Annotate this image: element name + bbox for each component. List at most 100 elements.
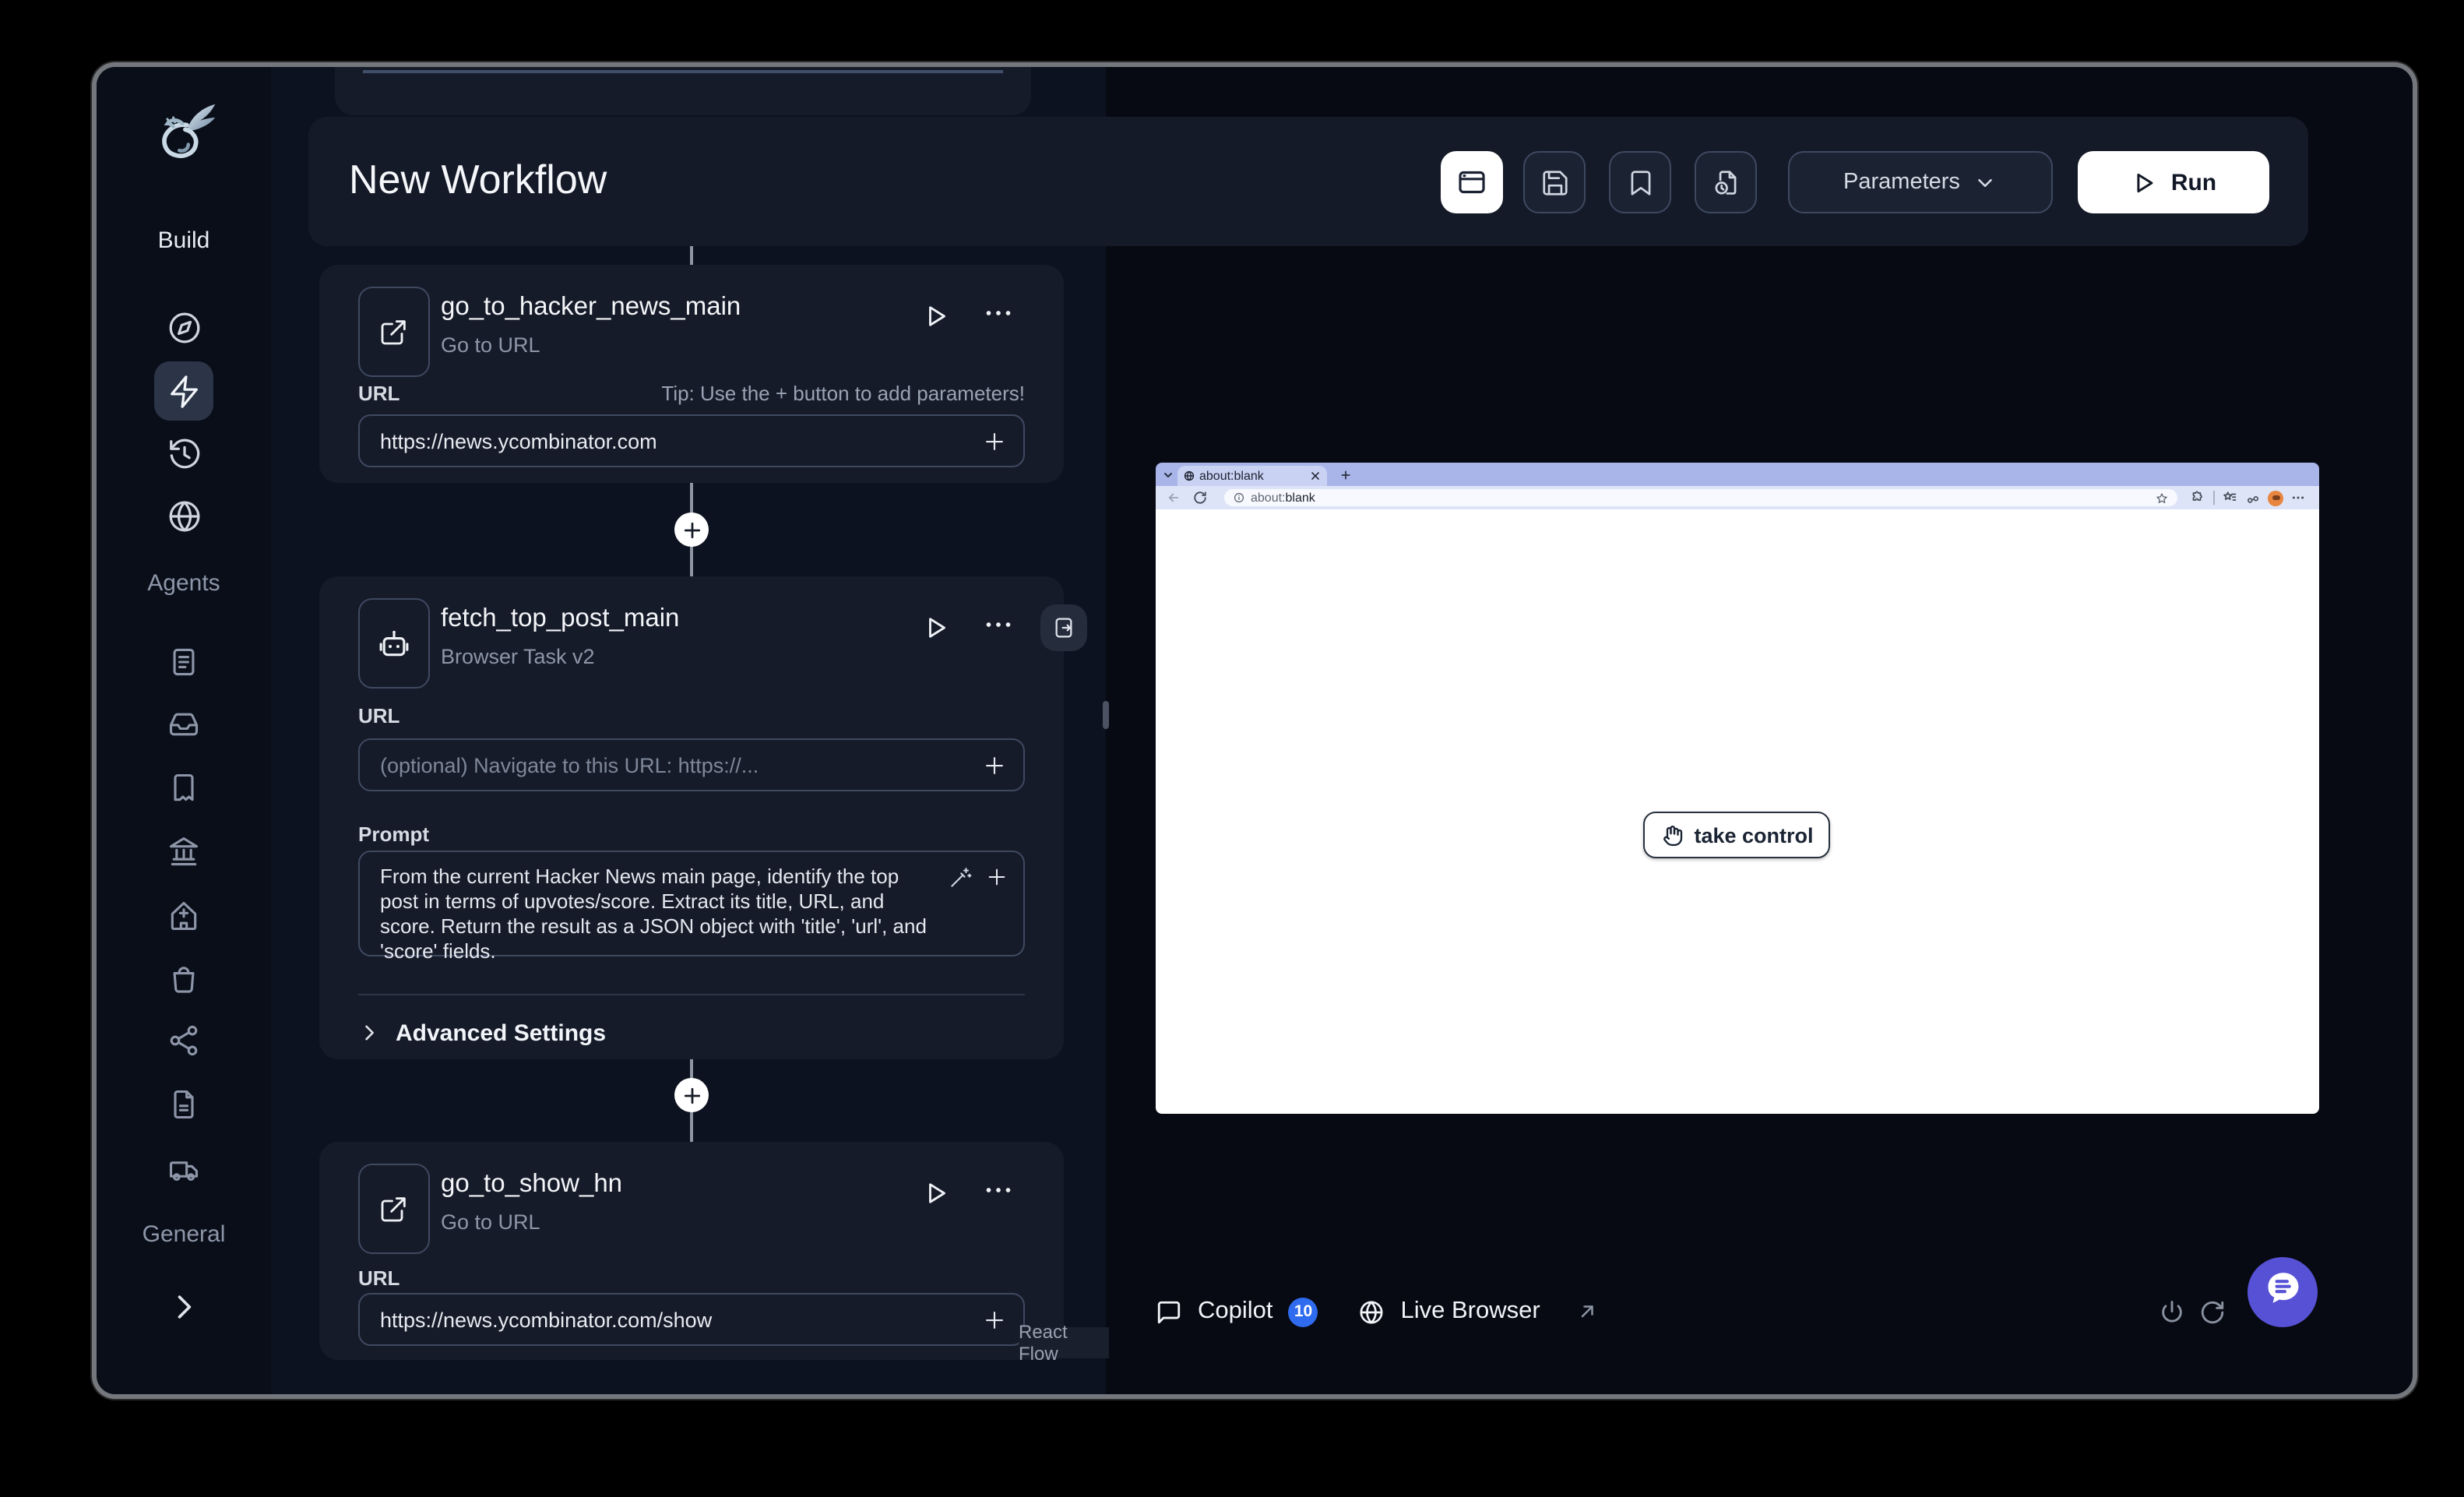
node-menu-button[interactable]: [980, 299, 1017, 333]
node-run-button[interactable]: [919, 299, 953, 333]
panel-resize-handle[interactable]: [1103, 701, 1109, 729]
power-button[interactable]: [2156, 1296, 2187, 1327]
workflow-node-fetch-top-post-main[interactable]: fetch_top_post_main Browser Task v2 URL …: [319, 576, 1064, 1059]
address-bar[interactable]: about:blank: [1224, 489, 2177, 506]
tab-title: about:blank: [1199, 469, 1264, 483]
add-node-button[interactable]: [674, 513, 709, 547]
sidebar-item-share[interactable]: [167, 1023, 201, 1058]
profile-avatar[interactable]: [2268, 490, 2283, 505]
version-history-button[interactable]: [1695, 151, 1757, 213]
add-parameter-button[interactable]: [978, 749, 1009, 780]
editor-view-button[interactable]: [1441, 151, 1503, 213]
message-square-icon: [1156, 1298, 1182, 1325]
profiles-icon[interactable]: [2246, 492, 2260, 506]
save-button[interactable]: [1523, 151, 1586, 213]
footer-left: Copilot 10 Live Browser: [1156, 1294, 1598, 1329]
sidebar-expand-button[interactable]: [167, 1290, 201, 1324]
node-title: fetch_top_post_main: [441, 604, 679, 634]
advanced-settings-toggle[interactable]: Advanced Settings: [358, 1016, 825, 1050]
ellipsis-icon: [983, 297, 1014, 336]
chat-fab[interactable]: [2248, 1257, 2318, 1327]
globe-icon: [1359, 1298, 1385, 1325]
sidebar-item-inbox[interactable]: [167, 707, 201, 741]
run-button[interactable]: Run: [2078, 151, 2269, 213]
open-external-button[interactable]: [1575, 1300, 1598, 1323]
node-menu-button[interactable]: [980, 1176, 1017, 1210]
add-parameter-button[interactable]: [978, 425, 1009, 456]
plus-icon: [980, 1306, 1007, 1333]
globe-icon: [166, 498, 202, 534]
live-browser-label[interactable]: Live Browser: [1401, 1298, 1540, 1326]
workflow-node-go-to-hacker-news-main[interactable]: go_to_hacker_news_main Go to URL URL Tip…: [319, 265, 1064, 483]
parameters-tip: Tip: Use the + button to add parameters!: [661, 382, 1025, 405]
file-text-icon: [167, 1087, 201, 1122]
close-icon[interactable]: [1310, 470, 1321, 481]
browser-tab[interactable]: about:blank: [1177, 466, 1327, 486]
extensions-icon[interactable]: [2190, 491, 2204, 505]
take-control-label: take control: [1694, 823, 1813, 847]
browser-viewport[interactable]: take control: [1156, 509, 2319, 1114]
sidebar-item-discover[interactable]: [154, 298, 213, 357]
ai-improve-button[interactable]: [945, 863, 973, 891]
globe-icon: [1184, 470, 1195, 481]
sidebar-item-shopping[interactable]: [167, 961, 201, 995]
plus-icon: [984, 865, 1009, 889]
chevron-right-icon: [167, 1290, 201, 1324]
sidebar-item-browser-globe[interactable]: [154, 486, 213, 545]
node-output-handle[interactable]: [1040, 604, 1087, 651]
save-icon: [1540, 167, 1569, 197]
sidebar-item-history[interactable]: [154, 424, 213, 483]
sidebar-item-delivery[interactable]: [167, 1153, 201, 1187]
sidebar: Build Agents General: [97, 67, 274, 1394]
reading-list-icon[interactable]: [2223, 491, 2237, 505]
robot-icon: [377, 626, 411, 660]
workflow-node-partial: [335, 64, 1031, 115]
copilot-count-badge: 10: [1289, 1297, 1318, 1326]
browser-menu-icon[interactable]: [2291, 491, 2305, 505]
bookmark-button[interactable]: [1609, 151, 1671, 213]
node-run-button[interactable]: [919, 611, 953, 645]
url-input[interactable]: [358, 1293, 1025, 1346]
node-title: go_to_hacker_news_main: [441, 293, 741, 322]
parameters-label: Parameters: [1843, 170, 1960, 195]
invoice-icon: [167, 645, 201, 679]
back-icon[interactable]: [1167, 491, 1181, 505]
compass-icon: [166, 309, 202, 345]
live-browser-tab[interactable]: [1359, 1298, 1385, 1325]
zap-icon: [166, 373, 202, 409]
play-icon: [922, 302, 950, 330]
sidebar-item-workflows[interactable]: [154, 361, 213, 421]
parameters-dropdown[interactable]: Parameters: [1788, 151, 2053, 213]
copilot-tab[interactable]: [1156, 1298, 1182, 1325]
url-input[interactable]: [358, 414, 1025, 467]
node-type-icon-box: [358, 1164, 430, 1254]
new-tab-button[interactable]: [1339, 469, 1352, 481]
take-control-button[interactable]: take control: [1643, 812, 1830, 858]
sidebar-item-documents[interactable]: [167, 1087, 201, 1122]
bookmark-star-icon[interactable]: [2156, 492, 2168, 505]
url-input[interactable]: [358, 738, 1025, 791]
app-window: Build Agents General: [92, 62, 2417, 1399]
node-menu-button[interactable]: [980, 611, 1017, 645]
add-parameter-button[interactable]: [983, 863, 1011, 891]
ellipsis-icon: [983, 608, 1014, 647]
sidebar-item-invoice[interactable]: [167, 645, 201, 679]
tab-search-chevron-icon[interactable]: [1162, 469, 1174, 481]
share-icon: [167, 1023, 201, 1058]
sidebar-item-pharmacy[interactable]: [167, 899, 201, 933]
run-label: Run: [2171, 169, 2216, 195]
refresh-browser-button[interactable]: [2196, 1296, 2227, 1327]
sidebar-item-receipt[interactable]: [167, 771, 201, 805]
copilot-label[interactable]: Copilot: [1198, 1298, 1273, 1326]
reload-icon[interactable]: [1193, 491, 1207, 505]
page-title: New Workflow: [349, 156, 607, 204]
edge-connector: [690, 246, 693, 265]
add-parameter-button[interactable]: [978, 1304, 1009, 1335]
divider: [363, 70, 1003, 73]
node-run-button[interactable]: [919, 1176, 953, 1210]
info-icon[interactable]: [1234, 492, 1244, 503]
add-node-button[interactable]: [674, 1078, 709, 1112]
prompt-textarea[interactable]: From the current Hacker News main page, …: [360, 852, 1023, 977]
workflow-node-go-to-show-hn[interactable]: go_to_show_hn Go to URL URL: [319, 1142, 1064, 1360]
sidebar-item-bank[interactable]: [167, 835, 201, 869]
